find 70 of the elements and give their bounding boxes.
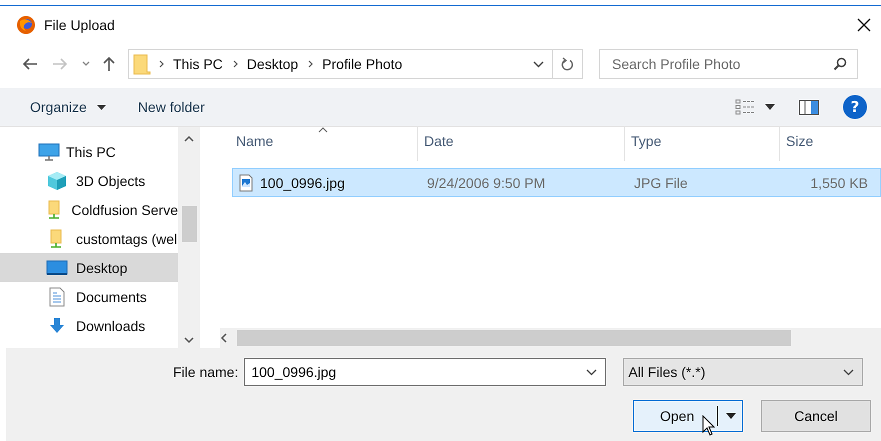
mouse-cursor-icon [702, 415, 716, 437]
folder-icon [133, 53, 151, 75]
file-row[interactable]: 100_0996.jpg 9/24/2006 9:50 PM JPG File 1,550 KB [232, 168, 881, 197]
new-folder-button[interactable]: New folder [130, 95, 213, 119]
scrollbar-thumb[interactable] [237, 330, 791, 346]
sidebar-label: Coldfusion Serve [71, 202, 178, 218]
back-arrow-icon[interactable] [22, 57, 38, 71]
chevron-down-icon[interactable] [184, 337, 194, 344]
sidebar-label: Desktop [76, 260, 128, 276]
file-name: 100_0996.jpg [260, 174, 345, 190]
desktop-icon [46, 260, 68, 276]
sidebar-label: This PC [66, 144, 116, 160]
chevron-right-icon [308, 60, 314, 68]
caret-icon [96, 104, 106, 110]
sidebar-item[interactable]: 3D Objects [0, 166, 178, 195]
vertical-scrollbar[interactable] [178, 127, 200, 348]
sidebar-item[interactable]: This PC [0, 137, 178, 166]
search-box[interactable]: Search Profile Photo [599, 49, 858, 79]
file-name-field[interactable]: 100_0996.jpg [249, 363, 586, 381]
app-icon [16, 15, 36, 35]
image-file-icon [239, 174, 253, 192]
refresh-icon[interactable] [561, 56, 574, 72]
close-icon[interactable] [856, 17, 872, 33]
table-cell-text: 1,550 KB [809, 174, 869, 192]
document-icon [49, 286, 65, 306]
table-cell-text: 9/24/2006 9:50 PM [426, 174, 546, 192]
sidebar-label: customtags (wel [76, 230, 178, 246]
cancel-button[interactable]: Cancel [761, 400, 871, 432]
sidebar-item[interactable]: Downloads [0, 311, 178, 340]
column-header[interactable]: Size [780, 127, 880, 161]
column-header[interactable]: Type [625, 127, 780, 161]
address-bar[interactable]: This PC Desktop Profile Photo [128, 49, 583, 79]
chevron-right-icon [232, 60, 239, 68]
preview-pane-icon[interactable] [799, 100, 819, 114]
up-arrow-icon[interactable] [102, 56, 116, 72]
table-cell-text: JPG File [633, 174, 689, 192]
organize-button[interactable]: Organize [22, 95, 95, 119]
view-options-icon[interactable] [735, 99, 755, 115]
sidebar-item[interactable]: customtags (wel [0, 224, 178, 253]
breadcrumb-item[interactable]: This PC [173, 56, 223, 72]
file-name-label: File name: [173, 364, 238, 380]
chevron-left-icon[interactable] [220, 333, 227, 343]
sort-caret-icon [318, 127, 328, 133]
horizontal-scrollbar[interactable] [220, 328, 881, 348]
help-button[interactable]: ? [843, 95, 867, 119]
chevron-down-icon[interactable] [533, 60, 544, 68]
file-type-dropdown[interactable]: All Files (*.*) [623, 358, 864, 386]
breadcrumb-item[interactable]: Desktop [246, 56, 298, 72]
chevron-down-icon[interactable] [586, 368, 598, 376]
sidebar-item[interactable]: Coldfusion Serve [0, 195, 178, 224]
search-icon [833, 57, 847, 71]
caret-icon[interactable] [726, 413, 736, 419]
cube-icon [47, 170, 67, 190]
sidebar-label: Documents [76, 288, 147, 304]
breadcrumb-item[interactable]: Profile Photo [322, 56, 402, 72]
chevron-down-icon[interactable] [843, 368, 854, 376]
sidebar-item[interactable]: Desktop [0, 253, 178, 282]
chevron-up-icon[interactable] [184, 135, 194, 142]
column-header[interactable]: Date [418, 127, 625, 161]
monitor-icon [38, 142, 60, 160]
download-icon [48, 316, 66, 334]
file-name-box[interactable]: 100_0996.jpg [244, 358, 606, 386]
sidebar-item[interactable]: Documents [0, 282, 178, 311]
window-title: File Upload [44, 17, 115, 33]
scrollbar-thumb[interactable] [182, 206, 196, 242]
sidebar-label: 3D Objects [76, 172, 146, 188]
chevron-right-icon [159, 60, 165, 68]
caret-icon[interactable] [765, 104, 775, 110]
sidebar-label: Downloads [76, 318, 146, 334]
column-header[interactable]: Name [230, 127, 418, 161]
